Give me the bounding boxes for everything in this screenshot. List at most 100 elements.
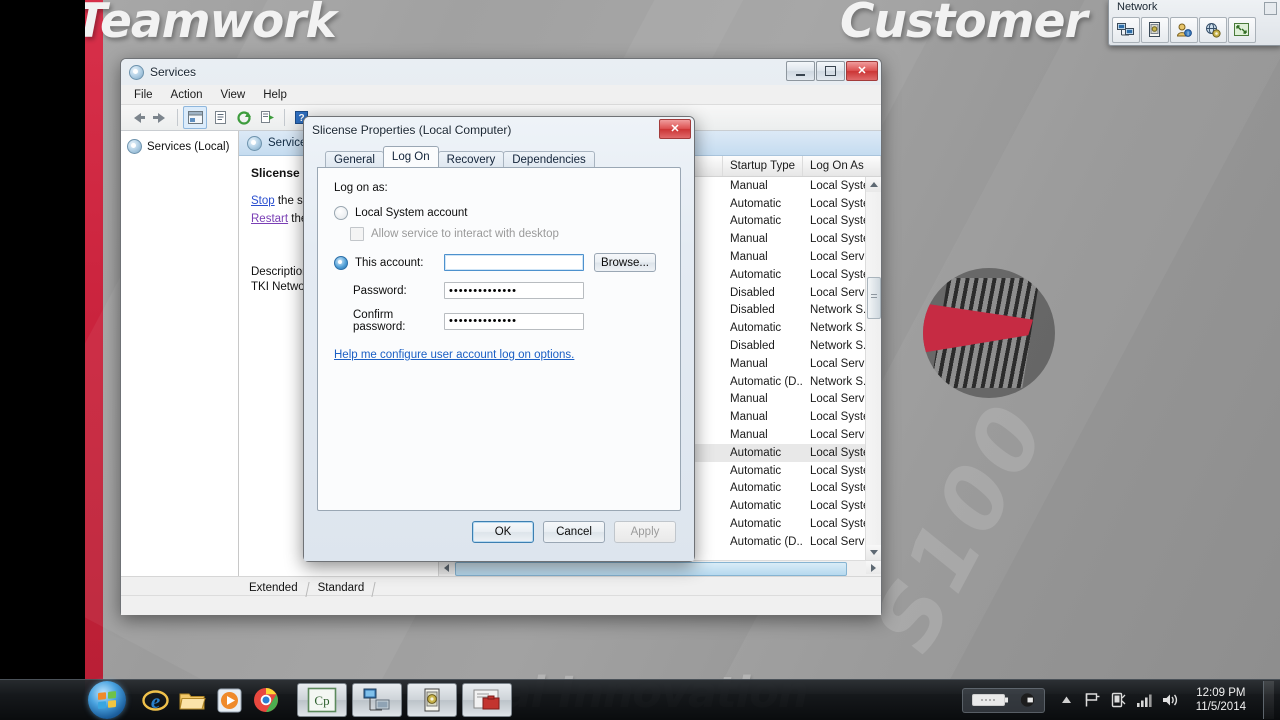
confirm-password-input[interactable] bbox=[444, 312, 584, 330]
apply-button: Apply bbox=[614, 521, 676, 543]
cell-startup-type: Automatic bbox=[730, 446, 782, 459]
radio-this-account-indicator bbox=[334, 255, 348, 270]
cancel-button[interactable]: Cancel bbox=[543, 521, 605, 543]
cell-startup-type: Automatic (D... bbox=[730, 375, 803, 388]
close-button[interactable]: ✕ bbox=[846, 61, 878, 81]
svg-text:e: e bbox=[150, 689, 159, 713]
clock[interactable]: 12:09 PM 11/5/2014 bbox=[1188, 686, 1254, 714]
svg-text:Cp: Cp bbox=[314, 693, 329, 708]
slide-logo bbox=[923, 268, 1055, 398]
radio-this-account[interactable]: This account: bbox=[334, 255, 444, 270]
export-list-icon[interactable] bbox=[257, 107, 279, 128]
show-desktop-button[interactable] bbox=[1263, 681, 1274, 719]
view-tabs: Extended Standard bbox=[121, 576, 881, 595]
cell-startup-type: Manual bbox=[730, 429, 768, 442]
volume-icon[interactable] bbox=[1162, 692, 1179, 709]
letterbox-left bbox=[0, 0, 85, 694]
radio-local-system-indicator bbox=[334, 206, 348, 220]
properties-icon[interactable] bbox=[209, 107, 231, 128]
menu-view[interactable]: View bbox=[213, 87, 254, 103]
back-arrow-icon[interactable] bbox=[126, 107, 148, 128]
list-horizontal-scrollbar[interactable] bbox=[439, 560, 881, 576]
two-computers-icon[interactable] bbox=[1112, 17, 1140, 43]
tree-item-services-local[interactable]: Services (Local) bbox=[125, 137, 234, 156]
menu-file[interactable]: File bbox=[126, 87, 161, 103]
vm-taskbutton[interactable] bbox=[407, 683, 457, 717]
tab-standard[interactable]: Standard bbox=[309, 581, 377, 595]
services-window-title: Services bbox=[150, 65, 197, 79]
quick-launch-bar: e bbox=[140, 685, 281, 715]
media-player-icon[interactable] bbox=[214, 685, 244, 715]
properties-caption-buttons: ✕ bbox=[659, 119, 691, 139]
power-icon[interactable] bbox=[1019, 692, 1036, 709]
checkbox-allow-interact-desktop[interactable]: Allow service to interact with desktop bbox=[350, 227, 664, 241]
console-tree-pane: Services (Local) bbox=[121, 131, 239, 576]
checkbox-indicator bbox=[350, 227, 364, 241]
restart-service-link[interactable]: Restart bbox=[251, 213, 288, 225]
radio-local-system-label: Local System account bbox=[355, 207, 468, 219]
password-input[interactable] bbox=[444, 282, 584, 299]
slide-headline-right: Customer bbox=[840, 0, 1088, 49]
show-hide-tree-icon[interactable] bbox=[183, 106, 207, 129]
cell-startup-type: Manual bbox=[730, 411, 768, 424]
network-toolbar-grip[interactable] bbox=[1264, 2, 1277, 15]
network-toolbar-icons: i bbox=[1109, 15, 1280, 45]
scroll-down-button[interactable] bbox=[866, 545, 881, 560]
vertical-scroll-thumb[interactable] bbox=[867, 277, 881, 319]
internet-explorer-icon[interactable]: e bbox=[140, 685, 170, 715]
this-account-input[interactable] bbox=[444, 254, 584, 271]
services-titlebar[interactable]: Services ✕ bbox=[121, 59, 881, 85]
cell-startup-type: Automatic bbox=[730, 268, 782, 281]
user-shield-icon[interactable]: i bbox=[1170, 17, 1198, 43]
stop-service-link[interactable]: Stop bbox=[251, 195, 275, 207]
tab-log-on[interactable]: Log On bbox=[382, 146, 439, 167]
globe-gear-icon[interactable] bbox=[1199, 17, 1227, 43]
minimize-button[interactable] bbox=[786, 61, 815, 81]
device-icon[interactable] bbox=[1110, 692, 1127, 709]
slide-headline-left: Teamwork bbox=[75, 0, 337, 49]
network-toolbar[interactable]: Network i bbox=[1108, 0, 1280, 46]
cell-startup-type: Automatic bbox=[730, 322, 782, 335]
detail-header-icon bbox=[247, 135, 262, 151]
scroll-up-button[interactable] bbox=[866, 177, 881, 192]
windows-explorer-icon[interactable] bbox=[177, 685, 207, 715]
properties-close-button[interactable]: ✕ bbox=[659, 119, 691, 139]
toolbar-separator-2 bbox=[284, 109, 285, 126]
help-configure-link[interactable]: Help me configure user account log on op… bbox=[334, 349, 574, 361]
properties-dialog-frame: Slicense Properties (Local Computer) ✕ G… bbox=[304, 117, 694, 561]
scroll-right-button[interactable] bbox=[866, 561, 881, 574]
radio-local-system-account[interactable]: Local System account bbox=[334, 206, 664, 220]
expand-arrows-icon[interactable] bbox=[1228, 17, 1256, 43]
properties-titlebar[interactable]: Slicense Properties (Local Computer) ✕ bbox=[304, 117, 694, 143]
ok-button[interactable]: OK bbox=[472, 521, 534, 543]
services-menubar: File Action View Help bbox=[121, 85, 881, 105]
system-tray: 12:09 PM 11/5/2014 bbox=[961, 680, 1280, 720]
show-hidden-icons-icon[interactable] bbox=[1058, 692, 1075, 709]
menu-help[interactable]: Help bbox=[255, 87, 295, 103]
google-chrome-icon[interactable] bbox=[251, 685, 281, 715]
services-taskbutton[interactable] bbox=[462, 683, 512, 717]
menu-action[interactable]: Action bbox=[163, 87, 211, 103]
radio-this-account-label: This account: bbox=[355, 256, 424, 269]
list-vertical-scrollbar[interactable] bbox=[865, 177, 881, 560]
flag-action-center-icon[interactable] bbox=[1084, 692, 1101, 709]
cell-startup-type: Automatic bbox=[730, 197, 782, 210]
network-signal-icon[interactable] bbox=[1136, 692, 1153, 709]
browse-button[interactable]: Browse... bbox=[594, 253, 656, 272]
forward-arrow-icon[interactable] bbox=[150, 107, 172, 128]
tab-extended[interactable]: Extended bbox=[241, 581, 310, 595]
network-taskbutton[interactable] bbox=[352, 683, 402, 717]
column-header-logon[interactable]: Log On As bbox=[803, 156, 881, 176]
captivate-taskbutton[interactable]: Cp bbox=[297, 683, 347, 717]
battery-icon[interactable] bbox=[971, 692, 1011, 709]
scroll-left-button[interactable] bbox=[439, 561, 454, 574]
maximize-button[interactable] bbox=[816, 61, 845, 81]
refresh-icon[interactable] bbox=[233, 107, 255, 128]
properties-dialog[interactable]: Slicense Properties (Local Computer) ✕ G… bbox=[303, 116, 695, 562]
column-header-startup[interactable]: Startup Type bbox=[723, 156, 803, 176]
horizontal-scroll-thumb[interactable] bbox=[455, 562, 847, 576]
start-button[interactable] bbox=[88, 681, 126, 719]
properties-dialog-body: General Log On Recovery Dependencies Log… bbox=[312, 146, 686, 553]
device-config-icon[interactable] bbox=[1141, 17, 1169, 43]
password-label: Password: bbox=[353, 284, 407, 297]
